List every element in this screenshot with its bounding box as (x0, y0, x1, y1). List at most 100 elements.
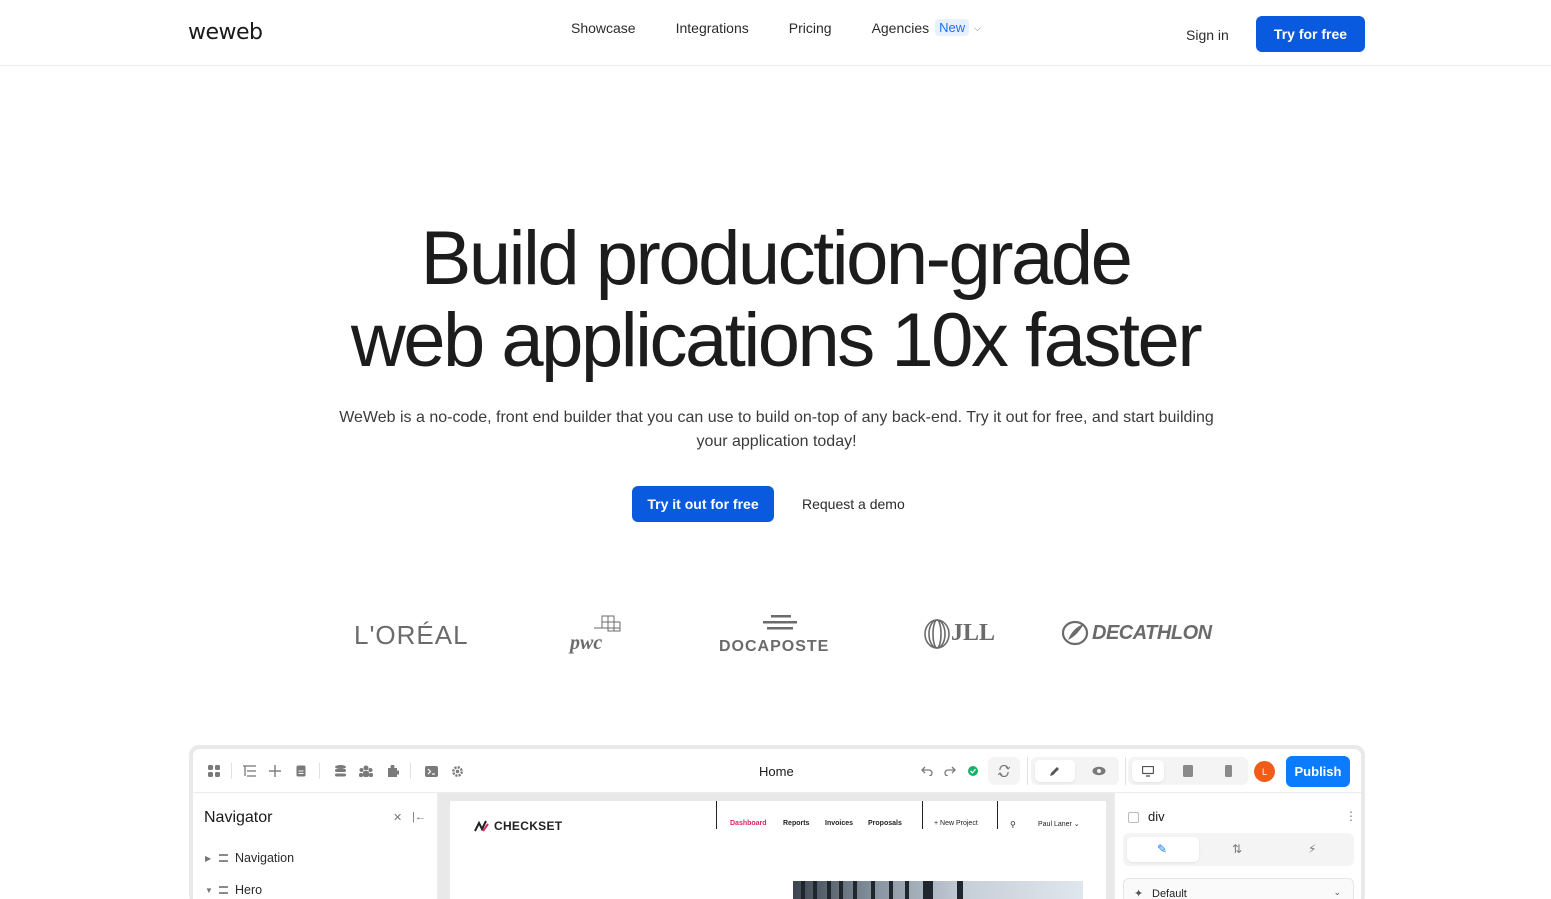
sign-in-link[interactable]: Sign in (1186, 27, 1229, 43)
editor-preview: Home L Publish Navigator ✕ |← ▶ Navigati… (189, 745, 1365, 899)
checkset-mark-icon (474, 820, 489, 832)
try-for-free-button[interactable]: Try for free (1256, 16, 1365, 52)
gear-icon[interactable] (449, 763, 465, 779)
nav-link-pricing[interactable]: Pricing (789, 20, 832, 36)
caret-down-icon[interactable]: ▼ (205, 886, 219, 895)
canvas-page[interactable]: CHECKSET Dashboard Reports Invoices Prop… (450, 801, 1106, 899)
canvas-divider (997, 801, 998, 829)
edit-icon (1047, 763, 1063, 779)
publish-button[interactable]: Publish (1286, 756, 1350, 787)
canvas-nav-reports[interactable]: Reports (783, 820, 809, 827)
hero-subtitle: WeWeb is a no-code, front end builder th… (339, 409, 1214, 450)
select-checkbox[interactable] (1128, 812, 1139, 823)
mode-switch (1031, 757, 1119, 785)
checkset-logo: CHECKSET (474, 819, 562, 833)
tree-item-label: Hero (235, 883, 263, 897)
editor-window: Home L Publish Navigator ✕ |← ▶ Navigati… (193, 749, 1361, 899)
canvas-search-icon[interactable]: ⚲ (1010, 820, 1016, 829)
toolbar-divider (410, 763, 411, 779)
canvas-nav-proposals[interactable]: Proposals (868, 820, 902, 827)
toolbar-divider (231, 763, 232, 779)
selected-element-name: div (1148, 809, 1165, 824)
tree-icon[interactable] (241, 763, 257, 779)
dock-left-icon[interactable]: |← (412, 811, 426, 823)
sync-icon (996, 763, 1012, 779)
apps-icon[interactable] (206, 763, 222, 779)
tree-item-hero[interactable]: ▼ Hero (205, 883, 262, 897)
terminal-icon[interactable] (423, 763, 439, 779)
hero-title-line-1: Build production-grade (420, 216, 1133, 301)
new-badge: New (935, 19, 970, 36)
undo-icon[interactable] (919, 763, 935, 779)
toolbar-divider (1125, 757, 1126, 785)
desktop-icon (1140, 763, 1156, 779)
docaposte-wordmark: DOCAPOSTE (719, 638, 830, 655)
toolbar-divider (1027, 757, 1028, 785)
caret-right-icon[interactable]: ▶ (205, 854, 219, 863)
status-check-icon (965, 763, 981, 779)
tree-item-navigation[interactable]: ▶ Navigation (205, 851, 294, 865)
docaposte-lines-icon (763, 615, 797, 630)
tree-item-label: Navigation (235, 851, 295, 865)
editor-page-title[interactable]: Home (759, 764, 794, 779)
section-icon (219, 854, 228, 862)
jll-logo: JLL (923, 618, 996, 650)
state-dropdown[interactable]: ✦ Default ⌄ (1123, 878, 1354, 899)
workflow-bolt-icon[interactable]: ⚡ (1308, 842, 1316, 856)
canvas-nav-dashboard[interactable]: Dashboard (730, 820, 767, 827)
canvas-area: CHECKSET Dashboard Reports Invoices Prop… (438, 793, 1114, 899)
pwc-logo: pwc (570, 614, 630, 658)
canvas-divider (922, 801, 923, 829)
tablet-icon[interactable] (1180, 763, 1196, 779)
chevron-down-icon[interactable]: ⌵ (974, 23, 981, 34)
toolbar-divider (319, 763, 320, 779)
pwc-wordmark: pwc (570, 632, 603, 654)
users-icon[interactable] (358, 763, 374, 779)
request-demo-link[interactable]: Request a demo (802, 496, 905, 512)
database-icon[interactable] (332, 763, 348, 779)
canvas-user-menu[interactable]: Paul Laner ⌄ (1038, 820, 1080, 828)
section-icon (219, 886, 228, 894)
properties-tabs: ✎ ⇅ ⚡ (1123, 833, 1354, 866)
checkset-wordmark: CHECKSET (494, 819, 563, 833)
plugin-icon[interactable] (384, 763, 400, 779)
redo-icon[interactable] (942, 763, 958, 779)
device-switch (1128, 757, 1248, 785)
sync-button[interactable] (988, 757, 1020, 785)
top-navbar: weweb Showcase Integrations Pricing Agen… (0, 0, 1551, 66)
canvas-new-project[interactable]: + New Project (934, 820, 978, 827)
weweb-logo[interactable]: weweb (188, 20, 263, 45)
edit-style-icon: ✎ (1157, 842, 1168, 856)
canvas-nav-invoices[interactable]: Invoices (825, 820, 853, 827)
settings-sliders-icon[interactable]: ⇅ (1232, 842, 1242, 856)
hero-title-line-2: web applications 10x faster (350, 298, 1203, 383)
mobile-icon[interactable] (1220, 763, 1236, 779)
decathlon-mark-icon (1062, 620, 1089, 646)
preview-eye-icon[interactable] (1091, 763, 1107, 779)
loreal-logo: L'ORÉAL (354, 620, 469, 650)
canvas-divider (716, 801, 717, 829)
try-it-out-button[interactable]: Try it out for free (632, 486, 774, 522)
state-dropdown-value: Default (1152, 888, 1187, 899)
editor-toolbar: Home L Publish (193, 749, 1361, 793)
plus-icon[interactable] (267, 763, 283, 779)
decathlon-wordmark: DECATHLON (1092, 622, 1212, 644)
properties-panel: div ⋮ ✎ ⇅ ⚡ ✦ Default ⌄ (1114, 793, 1361, 899)
jll-wordmark: JLL (951, 620, 996, 646)
navigator-title: Navigator (204, 809, 273, 826)
nav-link-integrations[interactable]: Integrations (676, 20, 749, 36)
collapse-all-icon[interactable]: ✕ (393, 811, 402, 824)
jll-rings-icon (924, 619, 950, 649)
user-avatar[interactable]: L (1254, 761, 1275, 782)
docaposte-logo: DOCAPOSTE (719, 614, 839, 658)
page-icon[interactable] (293, 763, 309, 779)
main-nav: Showcase Integrations Pricing Agencies N… (571, 19, 981, 36)
navigator-panel: Navigator ✕ |← ▶ Navigation ▼ Hero (193, 793, 438, 899)
more-options-icon[interactable]: ⋮ (1345, 809, 1357, 823)
decathlon-logo: DECATHLON (1062, 620, 1214, 648)
canvas-hero-image (793, 881, 1083, 899)
hero-title: Build production-grade web applications … (0, 218, 1551, 382)
nav-link-agencies[interactable]: Agencies (872, 20, 930, 36)
nav-link-showcase[interactable]: Showcase (571, 20, 636, 36)
sparkle-icon: ✦ (1134, 888, 1144, 899)
